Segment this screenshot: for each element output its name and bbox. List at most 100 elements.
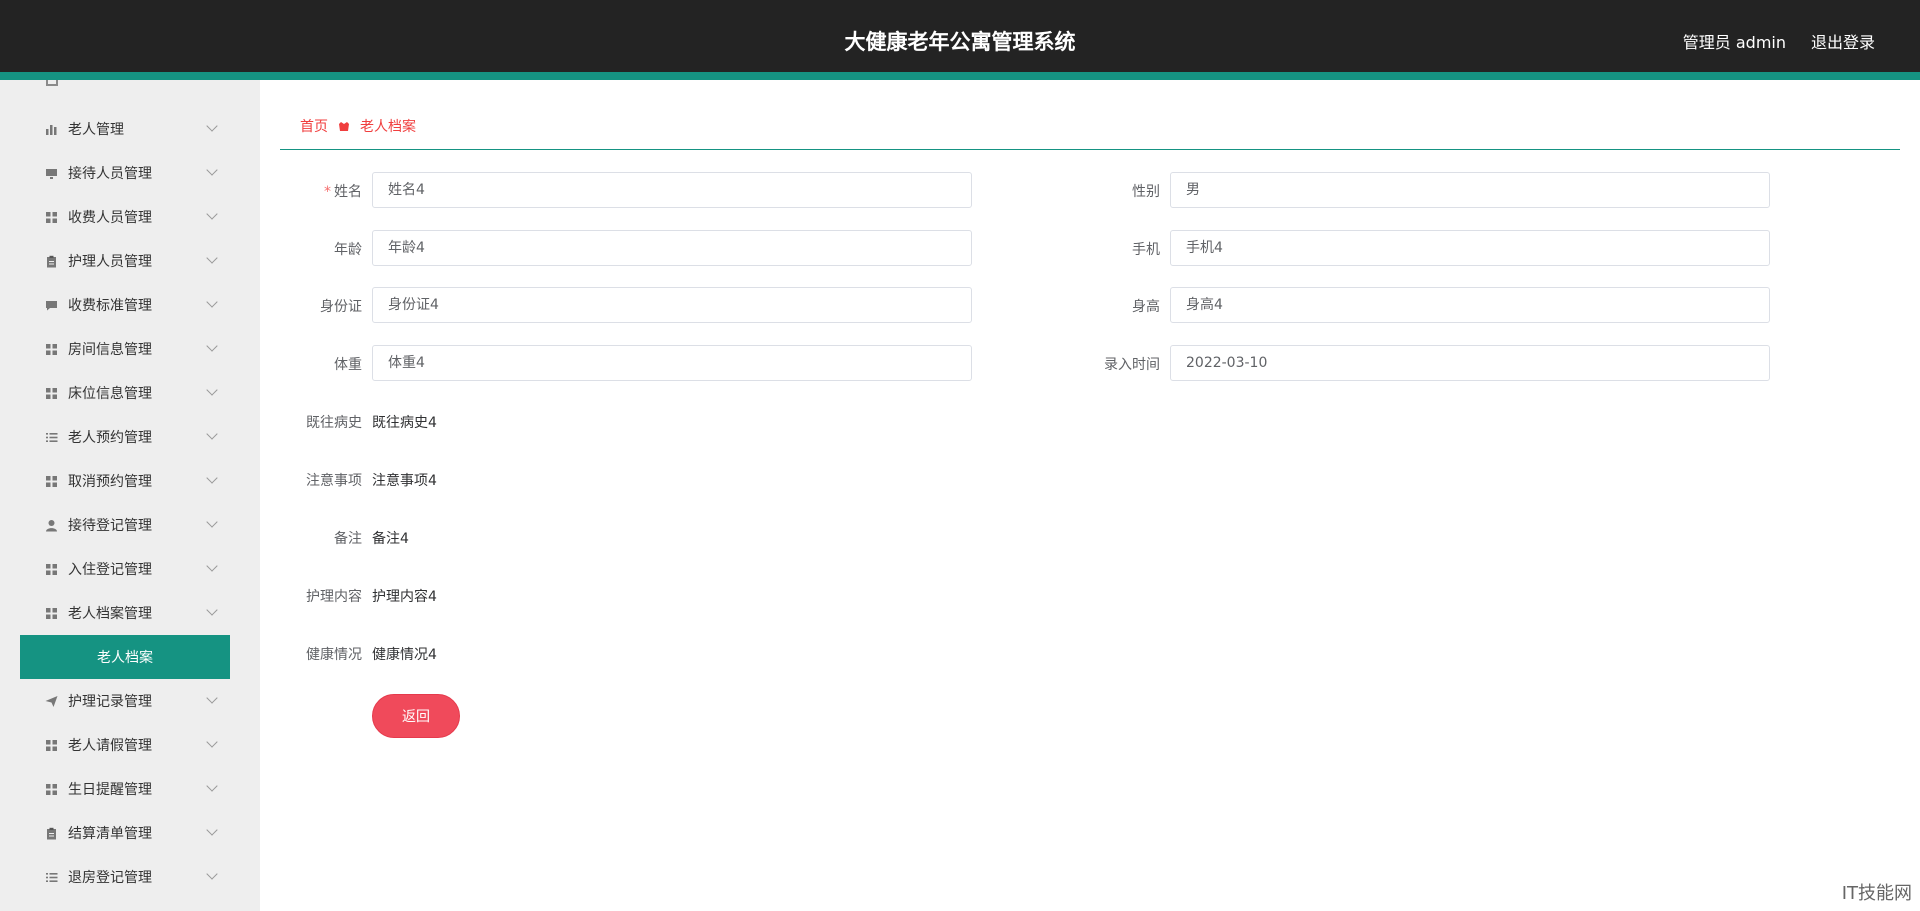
sidebar-item-label: 生日提醒管理 bbox=[68, 782, 152, 798]
sidebar-item-10[interactable]: 入住登记管理 bbox=[0, 547, 260, 591]
health-label: 健康情况 bbox=[306, 647, 362, 663]
chevron-down-icon bbox=[206, 252, 218, 264]
care-value: 护理内容4 bbox=[372, 589, 437, 605]
sidebar-item-label: 收费标准管理 bbox=[68, 298, 152, 314]
remark-label: 备注 bbox=[334, 531, 362, 547]
sidebar-item-9[interactable]: 接待登记管理 bbox=[0, 503, 260, 547]
sidebar-item-0[interactable]: 老人管理 bbox=[0, 107, 260, 151]
sidebar-item-2[interactable]: 收费人员管理 bbox=[0, 195, 260, 239]
breadcrumb-separator-icon bbox=[338, 120, 350, 132]
history-label: 既往病史 bbox=[306, 415, 362, 431]
chevron-down-icon bbox=[206, 824, 218, 836]
user-info: 管理员 admin bbox=[1682, 33, 1786, 52]
age-field[interactable]: 年龄4 bbox=[372, 230, 972, 266]
sidebar-item-5[interactable]: 房间信息管理 bbox=[0, 327, 260, 371]
height-field[interactable]: 身高4 bbox=[1170, 287, 1770, 323]
chevron-down-icon bbox=[206, 428, 218, 440]
grid-icon bbox=[44, 210, 58, 224]
bar-chart-icon bbox=[44, 122, 58, 136]
grid-icon bbox=[44, 562, 58, 576]
sidebar-item-label: 接待人员管理 bbox=[68, 166, 152, 182]
history-value: 既往病史4 bbox=[372, 415, 437, 431]
clipboard-icon bbox=[44, 254, 58, 268]
sidebar-item-label: 床位信息管理 bbox=[68, 386, 152, 402]
logout-link[interactable]: 退出登录 bbox=[1811, 29, 1875, 53]
chevron-down-icon bbox=[206, 736, 218, 748]
monitor-icon bbox=[44, 166, 58, 180]
weight-label: 体重 bbox=[334, 357, 362, 373]
name-label: * 姓名 bbox=[324, 184, 362, 200]
sidebar-menu: 老人管理接待人员管理收费人员管理护理人员管理 收费标准管理 房间信息管理 床位信息管理… bbox=[0, 107, 260, 899]
breadcrumb-home[interactable]: 首页 bbox=[300, 116, 328, 136]
sidebar-item-label: 老人预约管理 bbox=[68, 430, 152, 446]
sidebar-item-0[interactable]: 护理记录管理 bbox=[0, 679, 260, 723]
grid-icon bbox=[44, 606, 58, 620]
list-icon bbox=[44, 870, 58, 884]
top-header: 大健康老年公寓管理系统 管理员 admin 退出登录 bbox=[0, 0, 1920, 80]
partial-menu-icon bbox=[46, 80, 58, 86]
breadcrumb-divider bbox=[280, 149, 1900, 150]
app-title: 大健康老年公寓管理系统 bbox=[844, 30, 1076, 54]
entry-time-label: 录入时间 bbox=[1104, 357, 1160, 373]
entry-time-field[interactable]: 2022-03-10 bbox=[1170, 345, 1770, 381]
name-field[interactable]: 姓名4 bbox=[372, 172, 972, 208]
user-icon bbox=[44, 518, 58, 532]
back-button[interactable]: 返回 bbox=[372, 694, 460, 738]
sidebar-item-8[interactable]: 取消预约管理 bbox=[0, 459, 260, 503]
sidebar-item-1[interactable]: 接待人员管理 bbox=[0, 151, 260, 195]
chevron-down-icon bbox=[206, 472, 218, 484]
chevron-down-icon bbox=[206, 384, 218, 396]
grid-icon bbox=[44, 386, 58, 400]
sidebar-item-label: 取消预约管理 bbox=[68, 474, 152, 490]
header-accent-bar bbox=[0, 72, 1920, 80]
chevron-down-icon bbox=[206, 692, 218, 704]
chevron-down-icon bbox=[206, 296, 218, 308]
sidebar-item-2[interactable]: 生日提醒管理 bbox=[0, 767, 260, 811]
notes-label: 注意事项 bbox=[306, 473, 362, 489]
chevron-down-icon bbox=[206, 560, 218, 572]
health-value: 健康情况4 bbox=[372, 647, 437, 663]
sidebar-item-label: 老人管理 bbox=[68, 122, 124, 138]
sidebar-item-1[interactable]: 老人请假管理 bbox=[0, 723, 260, 767]
phone-label: 手机 bbox=[1132, 242, 1160, 258]
sidebar-item-label: 结算清单管理 bbox=[68, 826, 152, 842]
idcard-label: 身份证 bbox=[320, 299, 362, 315]
sidebar-item-7[interactable]: 老人预约管理 bbox=[0, 415, 260, 459]
phone-field[interactable]: 手机4 bbox=[1170, 230, 1770, 266]
sidebar-item-4[interactable]: 收费标准管理 bbox=[0, 283, 260, 327]
sidebar: 老人管理接待人员管理收费人员管理护理人员管理 收费标准管理 房间信息管理 床位信息管理… bbox=[0, 80, 260, 911]
chevron-down-icon bbox=[206, 604, 218, 616]
sidebar-item-label: 老人请假管理 bbox=[68, 738, 152, 754]
sidebar-item-3[interactable]: 结算清单管理 bbox=[0, 811, 260, 855]
sidebar-subitem-elder-archive[interactable]: 老人档案 bbox=[20, 635, 230, 679]
chevron-down-icon bbox=[206, 120, 218, 132]
sidebar-item-label: 护理记录管理 bbox=[68, 694, 152, 710]
sidebar-item-3[interactable]: 护理人员管理 bbox=[0, 239, 260, 283]
grid-icon bbox=[44, 782, 58, 796]
grid-icon bbox=[44, 474, 58, 488]
chevron-down-icon bbox=[206, 208, 218, 220]
watermark: IT技能网 bbox=[1841, 883, 1912, 904]
chevron-down-icon bbox=[206, 780, 218, 792]
sidebar-item-label: 房间信息管理 bbox=[68, 342, 152, 358]
idcard-field[interactable]: 身份证4 bbox=[372, 287, 972, 323]
breadcrumb-current: 老人档案 bbox=[360, 119, 416, 135]
sidebar-item-label: 退房登记管理 bbox=[68, 870, 152, 886]
sidebar-item-4[interactable]: 退房登记管理 bbox=[0, 855, 260, 899]
gender-field[interactable]: 男 bbox=[1170, 172, 1770, 208]
sidebar-item-11[interactable]: 老人档案管理 bbox=[0, 591, 260, 635]
sidebar-item-label: 老人档案管理 bbox=[68, 606, 152, 622]
chat-icon bbox=[44, 298, 58, 312]
sidebar-item-label: 护理人员管理 bbox=[68, 254, 152, 270]
sidebar-item-6[interactable]: 床位信息管理 bbox=[0, 371, 260, 415]
send-icon bbox=[44, 694, 58, 708]
remark-value: 备注4 bbox=[372, 531, 409, 547]
care-label: 护理内容 bbox=[306, 589, 362, 605]
gender-label: 性别 bbox=[1132, 184, 1160, 200]
chevron-down-icon bbox=[206, 164, 218, 176]
notes-value: 注意事项4 bbox=[372, 473, 437, 489]
chevron-down-icon bbox=[206, 340, 218, 352]
chevron-down-icon bbox=[206, 516, 218, 528]
weight-field[interactable]: 体重4 bbox=[372, 345, 972, 381]
grid-icon bbox=[44, 342, 58, 356]
